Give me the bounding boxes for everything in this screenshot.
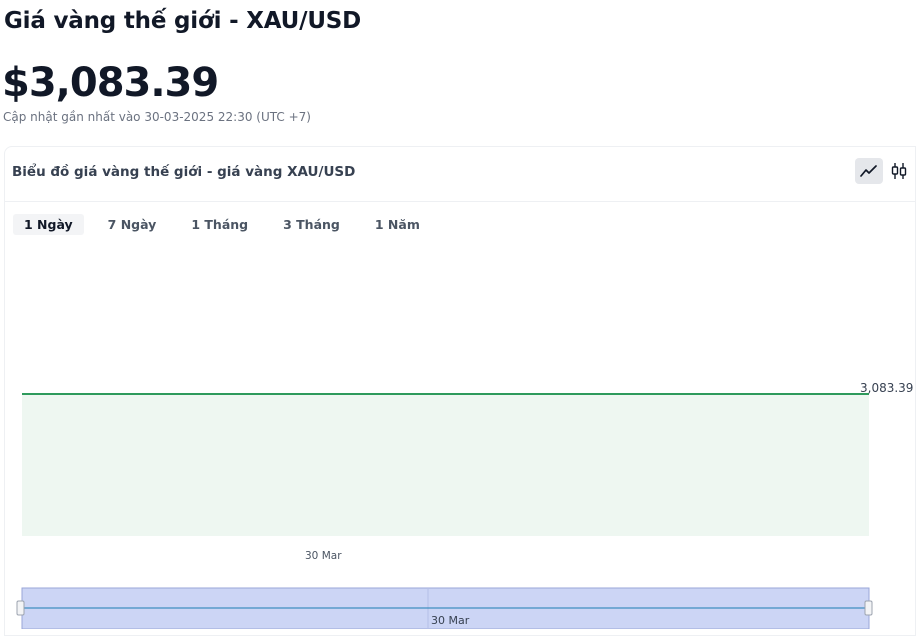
price-chart (16, 393, 873, 629)
navigator-left-handle[interactable] (16, 600, 25, 616)
x-axis-tick-label: 30 Mar (305, 550, 342, 562)
navigator-axis-label: 30 Mar (431, 614, 470, 627)
navigator-right-handle[interactable] (864, 600, 873, 616)
price-area-fill (22, 394, 869, 536)
current-price-axis-label: 3,083.39 (860, 381, 914, 395)
